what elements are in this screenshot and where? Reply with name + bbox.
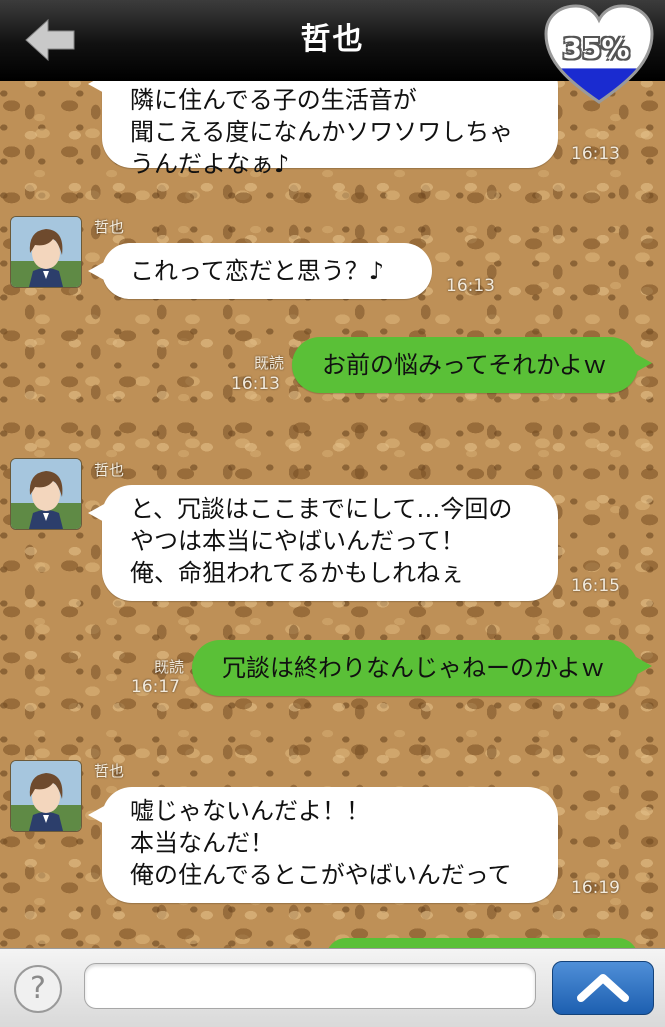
message-time: 16:13	[446, 276, 495, 296]
avatar	[10, 216, 82, 288]
read-receipt: 既読	[253, 354, 284, 372]
help-button[interactable]: ?	[14, 965, 62, 1013]
avatar	[10, 760, 82, 832]
avatar	[10, 458, 82, 530]
incoming-message-bubble: 嘘じゃないんだよ！！ 本当なんだ！ 俺の住んでるとこがやばいんだって	[88, 787, 558, 903]
message-time: 16:13	[231, 374, 280, 394]
sender-name: 哲也	[94, 218, 125, 236]
help-icon: ?	[30, 971, 46, 1006]
incoming-message-bubble: と、冗談はここまでにして…今回の やつは本当にやばいんだって！ 俺、命狙われてる…	[88, 485, 558, 601]
message-time: 16:17	[131, 677, 180, 697]
outgoing-message-bubble: お前の悩みってそれかよｗ	[292, 337, 652, 393]
send-button[interactable]	[552, 961, 654, 1015]
sender-name: 哲也	[94, 762, 125, 780]
chevron-up-icon	[577, 974, 629, 1002]
message-time: 16:13	[571, 144, 620, 164]
affection-percent: 35%	[562, 32, 630, 65]
message-input[interactable]	[84, 963, 536, 1009]
message-time: 16:19	[571, 878, 620, 898]
message-input-bar: ?	[0, 948, 665, 1027]
outgoing-message-bubble: 冗談は終わりなんじゃねーのかよｗ	[192, 640, 652, 696]
message-time: 16:15	[571, 576, 620, 596]
sender-name: 哲也	[94, 461, 125, 479]
incoming-message-bubble: これって恋だと思う？♪	[88, 243, 432, 299]
read-receipt: 既読	[153, 658, 184, 676]
